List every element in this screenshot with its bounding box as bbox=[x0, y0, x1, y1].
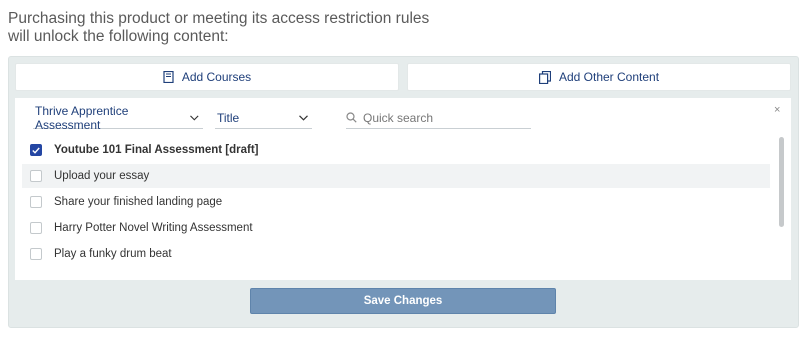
sort-value: Title bbox=[217, 110, 240, 125]
checkbox[interactable] bbox=[30, 196, 42, 208]
checkbox[interactable] bbox=[30, 248, 42, 260]
content-type-select[interactable]: Thrive Apprentice Assessment bbox=[33, 103, 203, 132]
list-item[interactable]: Youtube 101 Final Assessment [draft] bbox=[22, 138, 770, 162]
add-other-content-label: Add Other Content bbox=[558, 70, 660, 84]
book-icon bbox=[163, 71, 174, 83]
close-icon[interactable]: × bbox=[774, 104, 780, 116]
chevron-down-icon bbox=[299, 114, 308, 121]
copy-icon bbox=[538, 70, 551, 84]
list-item[interactable]: Play a funky drum beat bbox=[22, 242, 770, 266]
list-item-label: Harry Potter Novel Writing Assessment bbox=[54, 222, 253, 234]
list-item[interactable]: Share your finished landing page bbox=[22, 190, 770, 214]
list-item-label: Play a funky drum beat bbox=[54, 248, 172, 260]
chevron-down-icon bbox=[190, 114, 199, 121]
intro-line-2: will unlock the following content: bbox=[8, 28, 229, 45]
add-courses-label: Add Courses bbox=[181, 70, 252, 84]
checkbox[interactable] bbox=[30, 222, 42, 234]
list-item-label: Share your finished landing page bbox=[54, 196, 223, 208]
add-other-content-button[interactable]: Add Other Content bbox=[407, 63, 791, 91]
intro-text: Purchasing this product or meeting its a… bbox=[8, 10, 429, 46]
list-item[interactable]: Upload your essay bbox=[22, 164, 770, 188]
search-icon bbox=[346, 112, 357, 123]
list-item-label: Upload your essay bbox=[54, 170, 150, 182]
scrollbar[interactable] bbox=[779, 137, 784, 227]
quick-search[interactable] bbox=[346, 107, 531, 129]
content-type-value: Thrive Apprentice Assessment bbox=[35, 103, 129, 132]
sort-select[interactable]: Title bbox=[215, 107, 312, 129]
intro-line-1: Purchasing this product or meeting its a… bbox=[8, 10, 430, 27]
checkmark-icon bbox=[32, 147, 40, 154]
checkbox-checked[interactable] bbox=[30, 144, 42, 156]
save-changes-button[interactable]: Save Changes bbox=[250, 288, 556, 314]
list-item-label: Youtube 101 Final Assessment [draft] bbox=[54, 144, 259, 156]
search-input[interactable] bbox=[363, 110, 523, 125]
checkbox[interactable] bbox=[30, 170, 42, 182]
list-item[interactable]: Harry Potter Novel Writing Assessment bbox=[22, 216, 770, 240]
add-courses-button[interactable]: Add Courses bbox=[15, 63, 399, 91]
